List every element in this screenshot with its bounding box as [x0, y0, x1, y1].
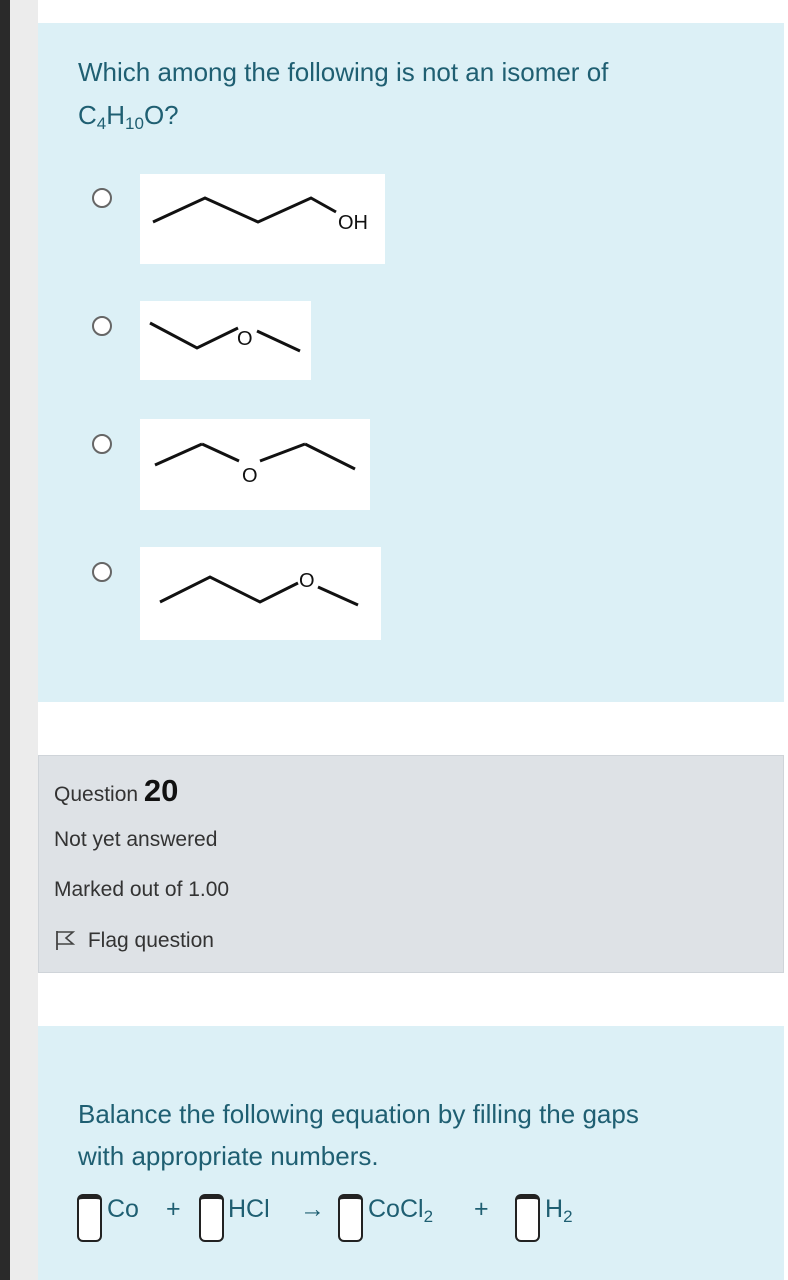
ether-structure-1: O	[149, 321, 301, 353]
equation-term-h2: H2	[545, 1195, 573, 1226]
ether-structure-3: O	[159, 570, 359, 607]
option-3-structure[interactable]: O	[140, 419, 370, 510]
equation-term-co: Co	[107, 1195, 139, 1223]
left-gutter	[10, 0, 38, 1280]
hcl-coefficient-input[interactable]	[199, 1194, 224, 1242]
question-20-info: Question 20 Not yet answered Marked out …	[38, 755, 784, 973]
option-1-structure[interactable]: OH	[140, 174, 385, 264]
left-strip	[0, 0, 10, 1280]
option-3-label: O	[242, 465, 258, 487]
equation-plus-2: +	[474, 1195, 489, 1223]
option-2-radio[interactable]	[92, 316, 112, 336]
question-20-text-line1: Balance the following equation by fillin…	[78, 1099, 639, 1129]
equation-term-hcl: HCl	[228, 1195, 270, 1223]
question-19-formula: C4H10O?	[78, 100, 179, 133]
option-2-label: O	[237, 328, 253, 350]
option-3-radio[interactable]	[92, 434, 112, 454]
h2-coefficient-input[interactable]	[515, 1194, 540, 1242]
cocl2-coefficient-input[interactable]	[338, 1194, 363, 1242]
question-20-text-line2: with appropriate numbers.	[78, 1141, 379, 1171]
option-4-label: O	[299, 570, 315, 592]
option-4-radio[interactable]	[92, 562, 112, 582]
question-status: Not yet answered	[54, 828, 218, 851]
question-number: 20	[143, 773, 179, 808]
option-1-radio[interactable]	[92, 188, 112, 208]
question-marks: Marked out of 1.00	[54, 878, 230, 901]
question-heading: Question 20	[54, 773, 179, 808]
question-19-text-line1: Which among the following is not an isom…	[78, 57, 609, 87]
equation-term-cocl2: CoCl2	[368, 1195, 434, 1226]
question-19-panel: Which among the following is not an isom…	[38, 23, 784, 702]
option-1-label: OH	[338, 212, 368, 234]
co-coefficient-input[interactable]	[77, 1194, 102, 1242]
flag-question-label: Flag question	[87, 929, 214, 952]
flag-icon	[56, 931, 76, 950]
flag-question-link[interactable]: Flag question	[54, 929, 214, 953]
butanol-structure: OH	[152, 196, 368, 234]
equation-arrow: →	[300, 1195, 325, 1223]
option-2-structure[interactable]: O	[140, 301, 311, 380]
option-4-structure[interactable]: O	[140, 547, 381, 640]
equation-plus-1: +	[166, 1195, 181, 1223]
ether-structure-2: O	[154, 442, 356, 487]
